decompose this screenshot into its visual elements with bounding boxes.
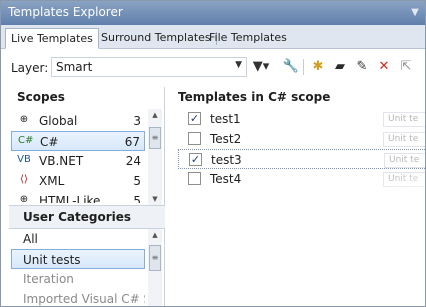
- scroll-up-icon[interactable]: ▲: [148, 109, 162, 121]
- templates-explorer-window: Templates Explorer ▼ Live Templates Surr…: [0, 0, 426, 307]
- csharp-icon: C#: [18, 135, 34, 146]
- scroll-down-icon[interactable]: ▼: [148, 193, 162, 205]
- template-row[interactable]: ✓ test3 Unit te: [178, 149, 425, 169]
- template-checkbox[interactable]: ✓: [188, 112, 201, 125]
- scope-name: HTML-Like: [39, 194, 101, 203]
- scope-name: C#: [40, 135, 59, 149]
- scope-count: 5: [133, 194, 141, 203]
- scopes-scrollbar[interactable]: ▲ ≡ ▼: [148, 109, 162, 205]
- scope-name: XML: [39, 174, 65, 188]
- filter-icon[interactable]: ▼▾: [252, 57, 270, 77]
- scope-item-xml[interactable]: ⟨⟩ XML 5: [11, 171, 145, 191]
- html-icon: ⊕: [19, 194, 29, 203]
- template-checkbox[interactable]: [188, 172, 201, 185]
- templates-heading: Templates in C# scope: [178, 90, 331, 104]
- vbnet-icon: VB: [17, 154, 31, 165]
- scope-name: Global: [39, 114, 78, 128]
- title-bar: Templates Explorer ▼: [1, 1, 425, 25]
- xml-icon: ⟨⟩: [20, 174, 28, 185]
- layer-label: Layer:: [11, 61, 49, 75]
- crosshair-icon: ⊕: [19, 114, 29, 125]
- left-panel: Scopes ⊕ Global 3 C# C# 67 VB VB.NET 24 …: [9, 87, 165, 306]
- scope-count: 24: [125, 154, 141, 168]
- category-item-unit-tests[interactable]: Unit tests: [11, 249, 145, 269]
- categories-scrollbar[interactable]: ▲ ≡: [148, 229, 162, 306]
- toolbar-separator: [303, 59, 304, 75]
- toolbar: Layer: Smart ▼ ▼▾ 🔧 ✱ ▰ ✎ ✕ ⇱: [1, 49, 425, 83]
- scroll-thumb[interactable]: ≡: [149, 245, 161, 271]
- template-row[interactable]: Test2 Unit te: [178, 129, 425, 149]
- window-title: Templates Explorer: [8, 5, 123, 19]
- template-name: Test2: [210, 132, 242, 146]
- categories-list: All Unit tests Iteration Imported Visual…: [9, 229, 165, 306]
- scope-item-vbnet[interactable]: VB VB.NET 24: [11, 151, 145, 171]
- scroll-thumb[interactable]: ≡: [149, 127, 161, 149]
- scope-item-html-like[interactable]: ⊕ HTML-Like 5: [11, 191, 145, 203]
- new-template-icon[interactable]: ✱: [309, 57, 327, 77]
- template-row[interactable]: ✓ test1 Unit te: [178, 109, 425, 129]
- new-folder-icon[interactable]: ▰: [331, 57, 349, 77]
- tab-file-templates[interactable]: File Templates: [204, 28, 292, 49]
- template-checkbox[interactable]: [188, 132, 201, 145]
- tab-surround-templates[interactable]: Surround Templates: [96, 28, 217, 49]
- scope-item-csharp[interactable]: C# C# 67: [11, 131, 145, 151]
- tab-bar: Live Templates Surround Templates File T…: [1, 25, 425, 49]
- scopes-heading: Scopes: [17, 90, 65, 104]
- category-item-all[interactable]: All: [11, 229, 145, 249]
- scroll-up-icon[interactable]: ▲: [148, 229, 162, 241]
- template-category: Unit te: [383, 112, 425, 127]
- wrench-icon[interactable]: 🔧: [282, 57, 300, 77]
- template-name: test3: [211, 153, 242, 167]
- scope-name: VB.NET: [39, 154, 84, 168]
- template-name: test1: [210, 112, 241, 126]
- template-category: Unit te: [383, 172, 425, 187]
- edit-icon[interactable]: ✎: [353, 57, 371, 77]
- tab-live-templates[interactable]: Live Templates: [5, 28, 99, 49]
- user-categories-heading: User Categories: [9, 205, 165, 229]
- export-icon[interactable]: ⇱: [397, 57, 415, 77]
- scope-count: 3: [133, 114, 141, 128]
- templates-panel: Templates in C# scope ✓ test1 Unit te Te…: [166, 87, 425, 306]
- layer-select-value: Smart: [56, 60, 93, 74]
- template-row[interactable]: Test4 Unit te: [178, 169, 425, 189]
- template-checkbox[interactable]: ✓: [189, 153, 202, 166]
- layer-select[interactable]: Smart ▼: [51, 57, 247, 77]
- category-item-imported[interactable]: Imported Visual C# Sni: [11, 289, 145, 306]
- category-item-iteration[interactable]: Iteration: [11, 269, 145, 289]
- template-category: Unit te: [384, 153, 425, 168]
- template-name: Test4: [210, 172, 242, 186]
- scope-count: 67: [124, 135, 140, 149]
- scope-count: 5: [133, 174, 141, 188]
- scope-item-global[interactable]: ⊕ Global 3: [11, 111, 145, 131]
- chevron-down-icon: ▼: [235, 60, 242, 70]
- delete-icon[interactable]: ✕: [375, 57, 393, 77]
- dropdown-arrow-icon[interactable]: ▼: [408, 6, 422, 20]
- template-category: Unit te: [383, 132, 425, 147]
